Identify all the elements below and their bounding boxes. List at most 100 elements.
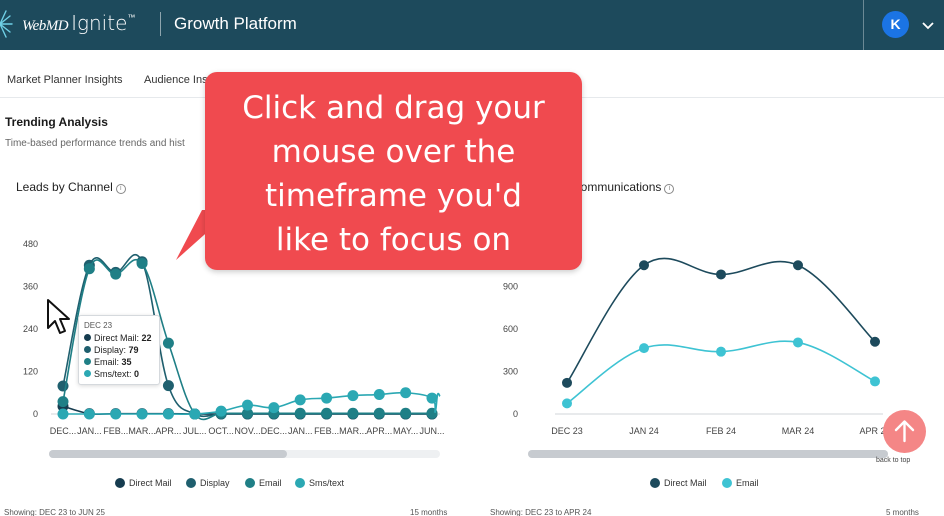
data-point bbox=[373, 407, 385, 419]
x-tick-label: APR... bbox=[366, 426, 392, 436]
callout-line: like to focus on bbox=[275, 222, 512, 258]
tooltip-value: 35 bbox=[121, 357, 132, 367]
x-tick-label: MAR... bbox=[339, 426, 367, 436]
data-point bbox=[870, 376, 880, 387]
legend-item-display[interactable]: Display bbox=[186, 478, 230, 488]
back-to-top-button[interactable] bbox=[883, 410, 926, 453]
x-tick-label: NOV... bbox=[234, 426, 260, 436]
tooltip-dot bbox=[84, 370, 91, 377]
data-point bbox=[215, 405, 227, 417]
y-tick-label: 900 bbox=[503, 282, 518, 292]
callout-line: Click and drag your bbox=[242, 90, 545, 126]
tooltip-label: Email bbox=[94, 357, 117, 367]
x-tick-label: DEC... bbox=[50, 426, 77, 436]
y-tick-label: 240 bbox=[23, 324, 38, 334]
data-point bbox=[347, 390, 359, 402]
leads-chart-scrollbar[interactable] bbox=[49, 450, 440, 458]
tooltip-date: DEC 23 bbox=[84, 321, 113, 330]
communications-chart-scroll-thumb[interactable] bbox=[528, 450, 888, 458]
legend-item-email[interactable]: Email bbox=[245, 478, 282, 488]
y-tick-label: 600 bbox=[503, 324, 518, 334]
legend-label: Direct Mail bbox=[664, 478, 707, 488]
x-tick-label: DEC... bbox=[261, 426, 288, 436]
leads-chart-duration: 15 months bbox=[410, 508, 448, 516]
legend-label: Direct Mail bbox=[129, 478, 172, 488]
data-point bbox=[321, 392, 333, 404]
x-tick-label: MAR... bbox=[128, 426, 156, 436]
x-tick-label: APR... bbox=[155, 426, 181, 436]
tooltip-row-direct-mail: Direct Mail: 22 bbox=[84, 333, 154, 345]
tooltip-dot bbox=[84, 334, 91, 341]
data-point bbox=[870, 336, 880, 347]
y-tick-label: 120 bbox=[23, 367, 38, 377]
x-tick-label: FEB... bbox=[314, 426, 339, 436]
legend-item-direct-mail[interactable]: Direct Mail bbox=[115, 478, 172, 488]
leads-chart-scroll-thumb[interactable] bbox=[49, 450, 287, 458]
legend-label: Email bbox=[259, 478, 282, 488]
legend-label: Display bbox=[200, 478, 230, 488]
data-point bbox=[110, 408, 122, 420]
callout-line: mouse over the bbox=[271, 134, 516, 170]
tooltip-row-email: Email: 35 bbox=[84, 357, 154, 369]
communications-chart-range: Showing: DEC 23 to APR 24 bbox=[490, 508, 592, 516]
tooltip-dot bbox=[84, 346, 91, 353]
tooltip-value: 0 bbox=[134, 369, 140, 379]
legend-dot bbox=[245, 478, 255, 488]
x-tick-label: JAN... bbox=[77, 426, 102, 436]
tooltip-row-display: Display: 79 bbox=[84, 345, 154, 357]
data-point bbox=[426, 392, 438, 404]
tooltip-label: Sms/text bbox=[94, 369, 130, 379]
tooltip-row-sms-text: Sms/text: 0 bbox=[84, 369, 154, 381]
legend-label: Sms/text bbox=[309, 478, 345, 488]
legend-item-email[interactable]: Email bbox=[722, 478, 759, 488]
chart-tooltip: DEC 23 Direct Mail: 22 Display: 79 Email… bbox=[78, 315, 160, 385]
x-tick-label: JAN 24 bbox=[629, 426, 659, 436]
data-point bbox=[716, 269, 726, 280]
legend-item-direct-mail[interactable]: Direct Mail bbox=[650, 478, 707, 488]
data-point bbox=[294, 407, 306, 419]
legend-dot bbox=[115, 478, 125, 488]
communications-chart-scrollbar[interactable] bbox=[528, 450, 888, 458]
communications-chart: 0300600900DEC 23 JAN 24 FEB 24 MAR 24 APR 24 bbox=[503, 257, 891, 436]
x-tick-label: OCT... bbox=[208, 426, 234, 436]
legend-dot bbox=[722, 478, 732, 488]
data-point bbox=[136, 257, 148, 269]
tooltip-value: 79 bbox=[128, 345, 139, 355]
legend-dot bbox=[650, 478, 660, 488]
data-point bbox=[562, 377, 572, 388]
data-point bbox=[83, 408, 95, 420]
x-tick-label: FEB... bbox=[103, 426, 128, 436]
legend-label: Email bbox=[736, 478, 759, 488]
legend-item-sms-text[interactable]: Sms/text bbox=[295, 478, 344, 488]
data-point bbox=[189, 408, 201, 420]
instruction-callout: Click and drag your mouse over the timef… bbox=[205, 72, 582, 270]
tooltip-value: 22 bbox=[141, 333, 152, 343]
data-point bbox=[639, 343, 649, 354]
data-point bbox=[57, 396, 69, 408]
data-point bbox=[162, 408, 174, 420]
data-point bbox=[83, 263, 95, 275]
data-point bbox=[716, 346, 726, 357]
data-point bbox=[268, 402, 280, 414]
legend-dot bbox=[295, 478, 305, 488]
data-point bbox=[639, 260, 649, 271]
data-point bbox=[294, 394, 306, 406]
y-tick-label: 0 bbox=[33, 409, 38, 419]
data-point bbox=[242, 399, 253, 411]
x-tick-label: FEB 24 bbox=[706, 426, 736, 436]
data-point bbox=[321, 407, 333, 419]
data-point bbox=[110, 268, 122, 280]
data-point bbox=[793, 337, 803, 348]
data-point bbox=[400, 407, 412, 419]
tooltip-label: Direct Mail bbox=[94, 333, 137, 343]
data-point bbox=[347, 407, 359, 419]
communications-chart-duration: 5 months bbox=[886, 508, 919, 516]
y-tick-label: 0 bbox=[513, 409, 518, 419]
data-point bbox=[562, 398, 572, 409]
back-to-top-label[interactable]: back to top bbox=[876, 457, 910, 464]
data-point bbox=[162, 337, 174, 349]
x-tick-label: JUN... bbox=[419, 426, 444, 436]
arrow-up-icon bbox=[894, 420, 915, 443]
x-tick-label: DEC 23 bbox=[551, 426, 583, 436]
data-point bbox=[162, 380, 174, 392]
